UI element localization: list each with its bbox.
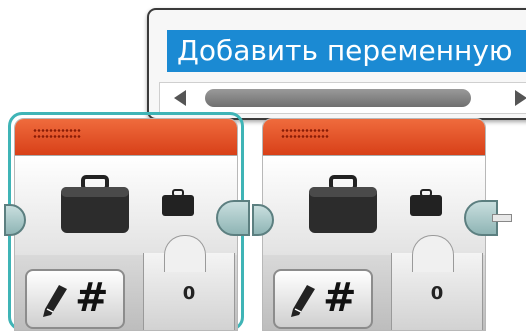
variable-dropdown-popup: Добавить переменную	[147, 8, 526, 120]
number-hash-icon: #	[75, 275, 109, 321]
block-body: # 0	[14, 118, 238, 331]
variable-icon	[162, 189, 194, 216]
grip-icon	[33, 128, 81, 133]
block-body: # 0	[262, 118, 486, 331]
block-bottom: # 0	[263, 235, 485, 330]
sequence-out-port[interactable]	[216, 200, 250, 236]
input-notch	[164, 235, 206, 272]
horizontal-scrollbar[interactable]	[159, 82, 526, 114]
briefcase-icon	[309, 175, 377, 233]
pencil-icon	[43, 285, 67, 317]
sequence-out-port[interactable]	[464, 200, 512, 236]
value-input-slot[interactable]: 0	[391, 235, 483, 330]
block-header[interactable]	[263, 119, 485, 155]
block-bottom: # 0	[15, 235, 237, 330]
add-variable-option[interactable]: Добавить переменную	[167, 30, 526, 72]
value-input-slot[interactable]: 0	[143, 235, 235, 330]
variable-block-selected[interactable]: # 0	[4, 112, 250, 331]
mode-selector-button[interactable]: #	[273, 269, 373, 329]
variable-block[interactable]: # 0	[252, 112, 512, 331]
variable-icon	[410, 189, 442, 216]
mode-selector-button[interactable]: #	[25, 269, 125, 329]
value-text[interactable]: 0	[144, 283, 234, 304]
grip-icon	[281, 134, 329, 139]
number-hash-icon: #	[323, 275, 357, 321]
scroll-right-arrow-icon[interactable]	[515, 90, 526, 106]
value-text[interactable]: 0	[392, 283, 482, 304]
input-notch	[412, 235, 454, 272]
scroll-left-arrow-icon[interactable]	[174, 90, 186, 106]
pencil-icon	[291, 285, 315, 317]
grip-icon	[33, 134, 81, 139]
block-header[interactable]	[15, 119, 237, 155]
scrollbar-thumb[interactable]	[205, 89, 471, 107]
grip-icon	[281, 128, 329, 133]
briefcase-icon	[61, 175, 129, 233]
